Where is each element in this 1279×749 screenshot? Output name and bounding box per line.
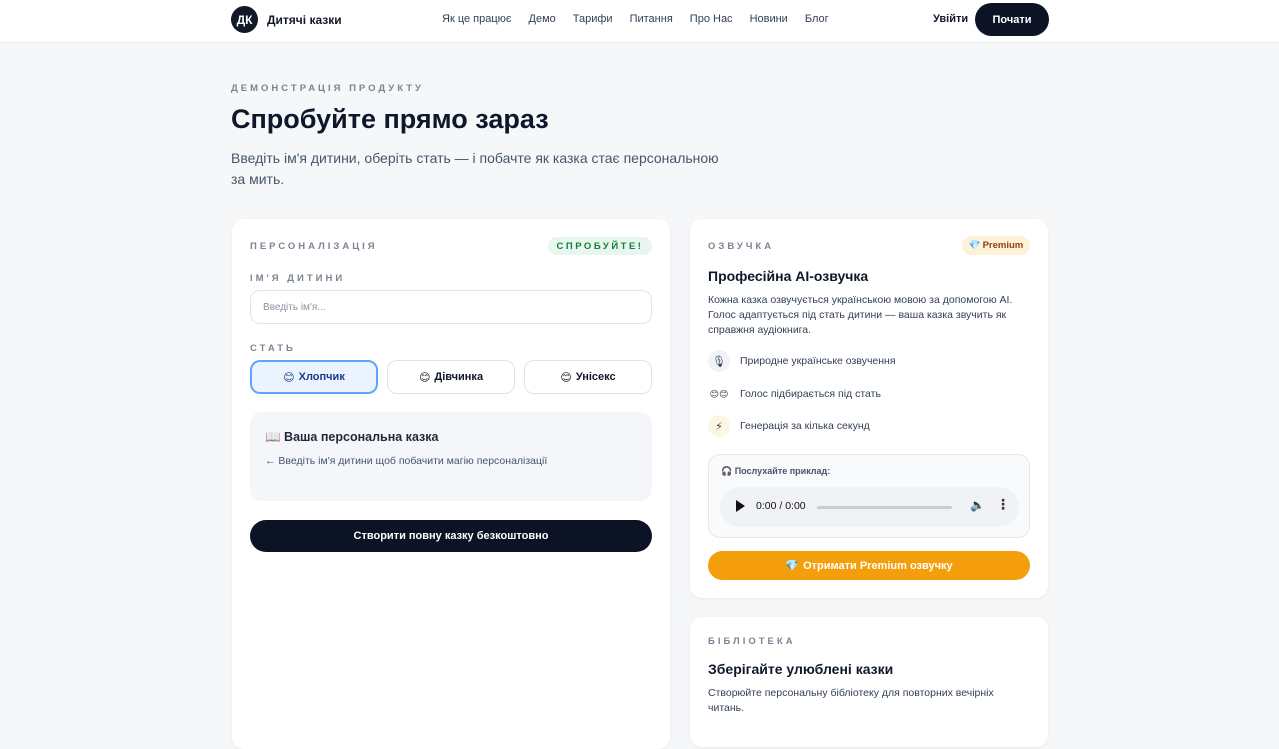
diamond-icon: 💎 [785,560,800,572]
preview-hint: ← Введіть ім'я дитини щоб побачити магію… [265,455,548,467]
child-name-input[interactable] [250,290,652,324]
login-link[interactable]: Увійти [933,13,968,25]
nav-link-news[interactable]: Новини [750,13,788,25]
story-preview: 📖 Ваша персональна казка ← Введіть ім'я … [250,412,652,501]
gender-unisex-label: Унісекс [575,371,616,383]
more-options-icon[interactable]: ⋮ [996,496,1010,512]
nav-link-how[interactable]: Як це працює [442,13,512,25]
create-story-button[interactable]: Створити повну казку безкоштовно [250,520,652,552]
girl-emoji-icon: 😊 [418,371,431,384]
feature-item: ⚡ Генерація за кілька секунд [708,415,870,437]
gender-girl-label: Дівчинка [434,371,484,383]
gender-girl-button[interactable]: 😊 Дівчинка [387,360,515,394]
nav-link-blog[interactable]: Блог [805,13,829,25]
section-eyebrow: ДЕМОНСТРАЦІЯ ПРОДУКТУ [231,83,424,94]
page-subtitle: Введіть ім'я дитини, оберіть стать — і п… [231,150,719,187]
nav-link-pricing[interactable]: Тарифи [573,13,613,25]
feature-text: Голос підбирається під стать [740,388,881,400]
sample-label: 🎧 Послухайте приклад: [721,466,831,476]
feature-item: 🎙 Природне українське озвучення [708,350,896,372]
brand-name: Дитячі казки [267,12,342,27]
preview-title: 📖 Ваша персональна казка [265,430,439,444]
get-premium-button[interactable]: 💎 Отримати Premium озвучку [708,551,1030,580]
volume-icon[interactable]: 🔈 [970,498,985,512]
boy-emoji-icon: 😊 [283,371,295,384]
unisex-emoji-icon: 😊 [560,371,572,384]
library-description: Створюйте персональну бібліотеку для пов… [708,687,994,714]
logo[interactable]: ДК Дитячі казки [231,6,342,33]
library-card: БІБЛІОТЕКА Зберігайте улюблені казки Ств… [690,617,1048,747]
try-badge: СПРОБУЙТЕ! [548,237,652,255]
gender-label: СТАТЬ [250,343,296,354]
library-label: БІБЛІОТЕКА [708,636,796,647]
logo-badge: ДК [231,6,258,33]
premium-button-label: Отримати Premium озвучку [803,559,953,572]
start-button[interactable]: Почати [975,3,1049,36]
personalization-label: ПЕРСОНАЛІЗАЦІЯ [250,241,378,252]
play-icon[interactable] [736,500,745,512]
gender-boy-label: Хлопчик [298,371,345,383]
lightning-icon: ⚡ [708,415,730,437]
name-label: ІМ'Я ДИТИНИ [250,273,346,284]
nav-link-about[interactable]: Про Нас [690,13,733,25]
premium-badge-text: Premium [982,240,1024,251]
page-title: Спробуйте прямо зараз [231,104,549,134]
microphone-icon: 🎙 [708,350,730,372]
audio-player: 0:00 / 0:00 🔈 ⋮ [720,487,1019,527]
nav-link-faq[interactable]: Питання [630,13,673,25]
gender-boy-button[interactable]: 😊 Хлопчик [250,360,378,394]
voice-description: Кожна казка озвучується українською мово… [708,294,1013,336]
audio-sample-box: 🎧 Послухайте приклад: 0:00 / 0:00 🔈 ⋮ [708,454,1030,538]
voice-card: ОЗВУЧКА 💎 Premium Професійна AI-озвучка … [690,219,1048,598]
library-title: Зберігайте улюблені казки [708,661,894,677]
feature-text: Генерація за кілька секунд [740,420,870,432]
voice-label: ОЗВУЧКА [708,241,775,252]
feature-item: 😊😊 Голос підбирається під стать [708,383,881,405]
top-nav: ДК Дитячі казки Як це працює Демо Тарифи… [0,0,1279,43]
voice-title: Професійна AI-озвучка [708,268,869,284]
nav-link-demo[interactable]: Демо [529,13,556,25]
personalization-card: ПЕРСОНАЛІЗАЦІЯ СПРОБУЙТЕ! ІМ'Я ДИТИНИ СТ… [232,219,670,749]
player-time: 0:00 / 0:00 [756,500,806,512]
audio-progress-track[interactable] [817,506,952,509]
gender-unisex-button[interactable]: 😊 Унісекс [524,360,652,394]
feature-text: Природне українське озвучення [740,355,896,367]
nav-links: Як це працює Демо Тарифи Питання Про Нас… [442,13,829,25]
faces-icon: 😊😊 [709,388,729,399]
diamond-icon: 💎 [968,240,981,251]
premium-badge: 💎 Premium [962,236,1030,255]
